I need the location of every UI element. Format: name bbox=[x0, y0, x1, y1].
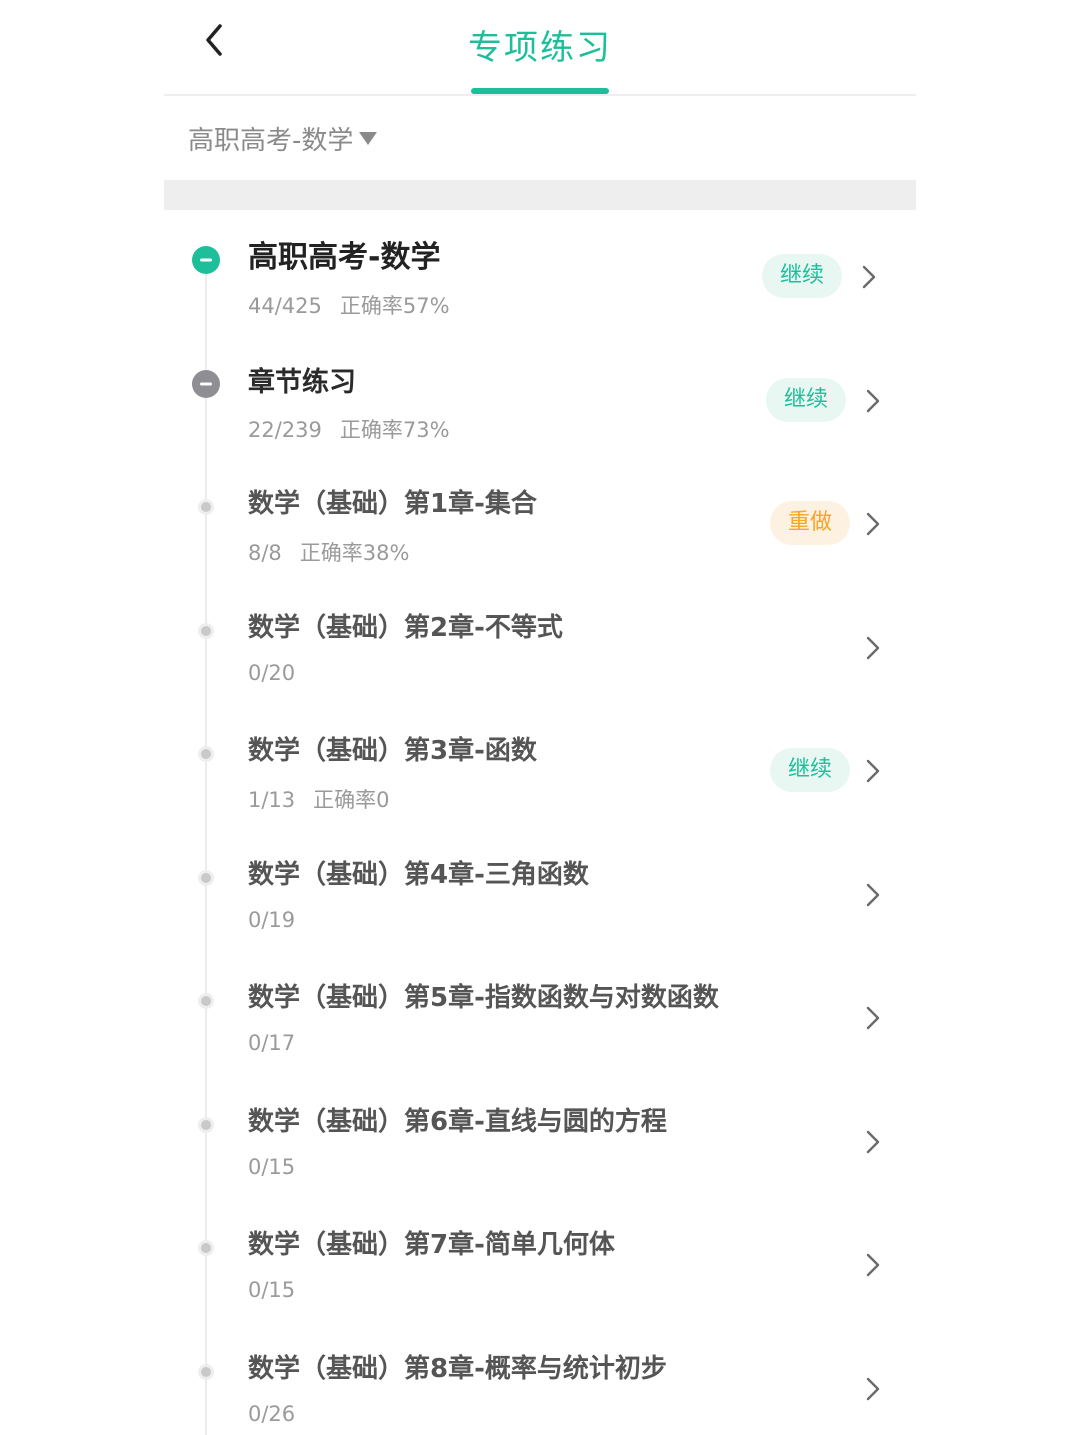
list-item[interactable]: 高职高考-数学 44/425 正确率57% 继续 bbox=[164, 236, 916, 359]
accuracy-rate: 正确率38% bbox=[299, 541, 410, 565]
list-item-stats: 0/15 bbox=[248, 1155, 295, 1179]
chevron-right-icon[interactable] bbox=[860, 756, 886, 786]
list-item[interactable]: 数学（基础）第6章-直线与圆的方程 0/15 bbox=[164, 1101, 916, 1224]
progress-count: 0/15 bbox=[248, 1278, 296, 1302]
list-item-stats: 44/425 正确率57% bbox=[248, 290, 450, 320]
list-item-stats: 0/19 bbox=[248, 908, 295, 932]
progress-count: 1/13 bbox=[248, 788, 296, 812]
minus-circle-icon[interactable] bbox=[192, 369, 220, 398]
progress-count: 0/17 bbox=[248, 1031, 296, 1055]
page-content: 专项练习 高职高考-数学 高职高考-数学 44/425 正确率57% 继续 章节练习 22… bbox=[164, 0, 916, 1435]
progress-count: 22/239 bbox=[248, 417, 322, 442]
dot-icon[interactable] bbox=[197, 869, 215, 887]
progress-count: 0/20 bbox=[248, 660, 296, 685]
accuracy-rate: 正确率57% bbox=[339, 294, 450, 318]
subject-selector[interactable]: 高职高考-数学 bbox=[188, 118, 378, 158]
progress-count: 0/15 bbox=[248, 1154, 296, 1179]
subject-selector-label: 高职高考-数学 bbox=[188, 125, 354, 156]
dot-icon[interactable] bbox=[197, 622, 215, 640]
chevron-right-icon[interactable] bbox=[860, 1250, 886, 1280]
list-item-title: 数学（基础）第8章-概率与统计初步 bbox=[248, 1353, 667, 1384]
dot-icon[interactable] bbox=[197, 498, 215, 516]
list-item[interactable]: 数学（基础）第8章-概率与统计初步 0/26 bbox=[164, 1348, 916, 1435]
accuracy-rate: 正确率0 bbox=[313, 788, 390, 812]
list-item[interactable]: 章节练习 22/239 正确率73% 继续 bbox=[164, 360, 916, 483]
continue-button[interactable]: 继续 bbox=[769, 748, 850, 792]
list-item-title: 数学（基础）第3章-函数 bbox=[248, 736, 537, 766]
dot-icon[interactable] bbox=[197, 1239, 215, 1257]
chevron-right-icon[interactable] bbox=[860, 386, 886, 416]
list-item-title: 数学（基础）第2章-不等式 bbox=[248, 612, 563, 643]
list-item-title: 数学（基础）第5章-指数函数与对数函数 bbox=[248, 983, 719, 1013]
list-item-stats: 0/17 bbox=[248, 1031, 295, 1055]
list-item-title: 数学（基础）第4章-三角函数 bbox=[248, 859, 589, 890]
chevron-right-icon[interactable] bbox=[860, 1374, 886, 1404]
dot-icon[interactable] bbox=[197, 1116, 215, 1134]
chevron-right-icon[interactable] bbox=[856, 262, 882, 292]
chevron-right-icon[interactable] bbox=[860, 1127, 886, 1157]
list-item-title: 章节练习 bbox=[248, 366, 356, 398]
list-item-stats: 8/8 正确率38% bbox=[248, 537, 409, 567]
progress-count: 0/19 bbox=[248, 907, 296, 932]
chevron-right-icon[interactable] bbox=[860, 1003, 886, 1033]
list-item[interactable]: 数学（基础）第2章-不等式 0/20 bbox=[164, 607, 916, 730]
dot-icon[interactable] bbox=[197, 745, 215, 763]
page-title: 专项练习 bbox=[468, 28, 612, 68]
list-item-title: 高职高考-数学 bbox=[248, 240, 441, 275]
chevron-right-icon[interactable] bbox=[860, 880, 886, 910]
caret-down-icon bbox=[359, 131, 378, 145]
list-item[interactable]: 数学（基础）第3章-函数 1/13 正确率0 继续 bbox=[164, 730, 916, 853]
app-root: 专项练习 高职高考-数学 高职高考-数学 44/425 正确率57% 继续 章节练习 22… bbox=[0, 0, 1080, 1435]
list-item-title: 数学（基础）第6章-直线与圆的方程 bbox=[248, 1106, 667, 1137]
header-bar: 专项练习 bbox=[164, 0, 916, 96]
section-divider bbox=[164, 180, 916, 210]
list-item-stats: 0/20 bbox=[248, 661, 295, 685]
list-item[interactable]: 数学（基础）第5章-指数函数与对数函数 0/17 bbox=[164, 977, 916, 1100]
list-item-title: 数学（基础）第7章-简单几何体 bbox=[248, 1230, 615, 1260]
list-item[interactable]: 数学（基础）第1章-集合 8/8 正确率38% 重做 bbox=[164, 483, 916, 606]
list-item[interactable]: 数学（基础）第4章-三角函数 0/19 bbox=[164, 854, 916, 977]
list-item-title: 数学（基础）第1章-集合 bbox=[248, 489, 537, 519]
chevron-right-icon[interactable] bbox=[860, 509, 886, 539]
progress-count: 0/26 bbox=[248, 1401, 296, 1426]
progress-count: 8/8 bbox=[248, 541, 282, 565]
redo-button[interactable]: 重做 bbox=[769, 501, 850, 545]
active-tab-indicator bbox=[471, 88, 609, 94]
minus-circle-icon[interactable] bbox=[192, 246, 220, 274]
accuracy-rate: 正确率73% bbox=[339, 417, 450, 442]
continue-button[interactable]: 继续 bbox=[761, 254, 842, 298]
list-item[interactable]: 数学（基础）第7章-简单几何体 0/15 bbox=[164, 1224, 916, 1347]
list-item-stats: 0/15 bbox=[248, 1278, 295, 1302]
dot-icon[interactable] bbox=[197, 1363, 215, 1381]
list-item-stats: 22/239 正确率73% bbox=[248, 414, 450, 444]
chevron-right-icon[interactable] bbox=[860, 633, 886, 663]
continue-button[interactable]: 继续 bbox=[765, 377, 846, 422]
progress-count: 44/425 bbox=[248, 294, 322, 318]
list-item-stats: 0/26 bbox=[248, 1402, 295, 1426]
list-item-stats: 1/13 正确率0 bbox=[248, 784, 390, 814]
dot-icon[interactable] bbox=[197, 992, 215, 1010]
